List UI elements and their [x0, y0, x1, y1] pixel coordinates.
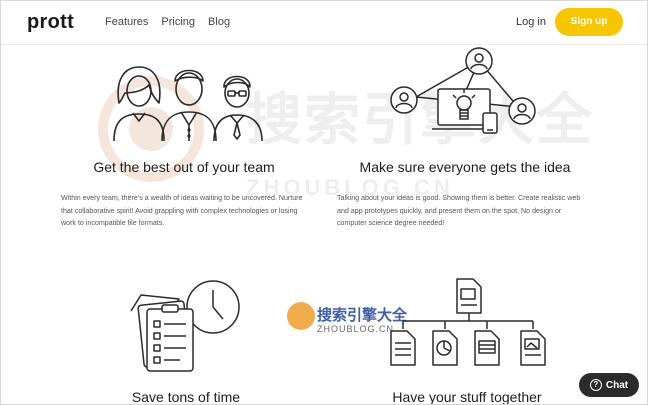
feature-title-together: Have your stuff together: [392, 389, 542, 405]
network-idea-icon: [386, 45, 546, 148]
document-tree-icon: [387, 275, 549, 374]
feature-title-team: Get the best out of your team: [93, 159, 275, 175]
feature-title-time: Save tons of time: [131, 389, 241, 405]
team-people-icon: [109, 59, 269, 146]
logo[interactable]: prott: [27, 11, 74, 34]
nav-link-features[interactable]: Features: [105, 16, 148, 28]
chat-button[interactable]: ? Chat: [579, 373, 639, 397]
watermark-small-subtext: ZHOUBLOG.CN: [317, 324, 395, 334]
chat-label: Chat: [605, 379, 629, 391]
clipboard-clock-icon: [125, 275, 245, 384]
feature-text-team: Within every team, there's a wealth of i…: [61, 194, 303, 228]
top-nav: prott Features Pricing Blog Log in Sign …: [1, 1, 647, 45]
signup-button[interactable]: Sign up: [555, 8, 623, 36]
feature-title-idea: Make sure everyone gets the idea: [359, 159, 571, 175]
page: prott Features Pricing Blog Log in Sign …: [0, 0, 648, 405]
feature-text-idea: Talking about your ideas is good. Showin…: [337, 194, 581, 228]
watermark-small-icon: [287, 302, 315, 330]
nav-link-pricing[interactable]: Pricing: [161, 16, 195, 28]
nav-links: Features Pricing Blog: [105, 16, 230, 28]
nav-link-blog[interactable]: Blog: [208, 16, 230, 28]
question-icon: ?: [589, 379, 602, 391]
login-link[interactable]: Log in: [516, 16, 546, 28]
